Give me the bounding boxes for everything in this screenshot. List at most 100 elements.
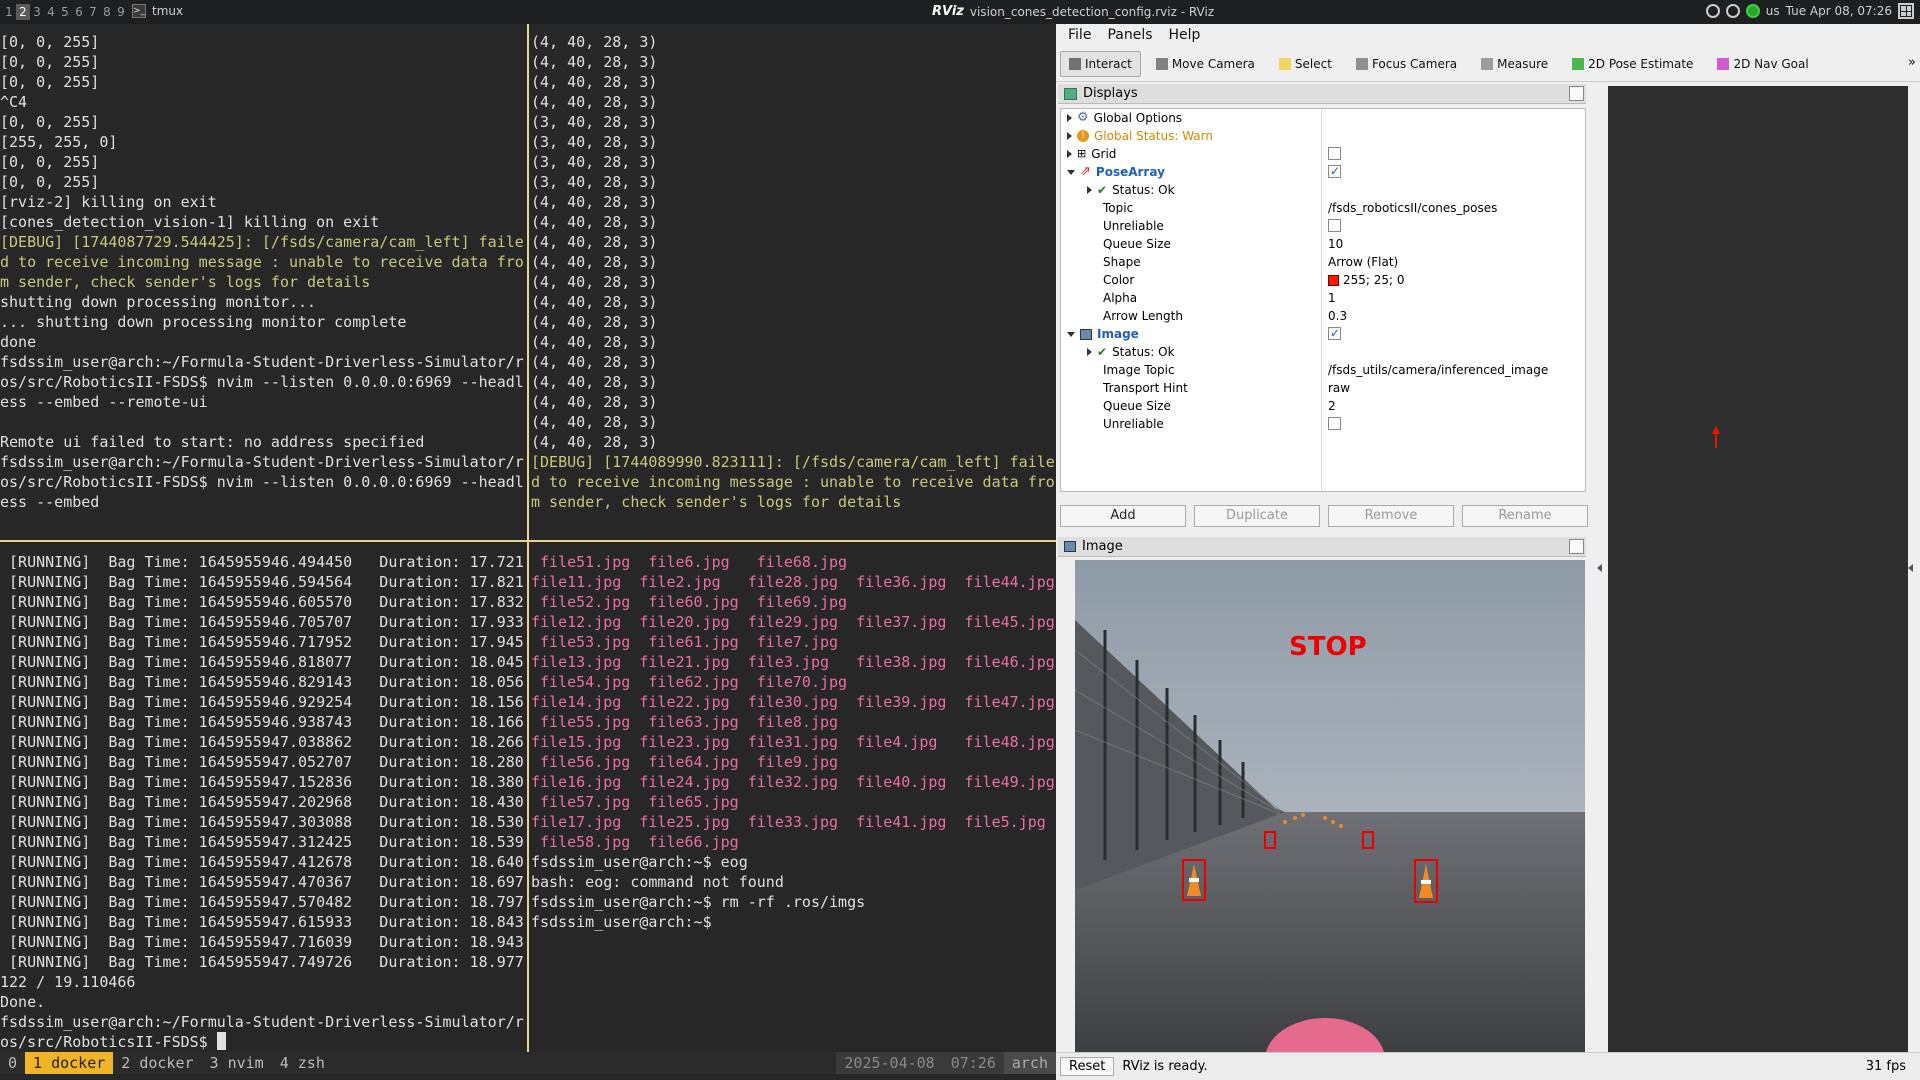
workspace-9[interactable]: 9 bbox=[114, 4, 128, 20]
menu-file[interactable]: File bbox=[1068, 27, 1091, 43]
toolbar-more-icon[interactable]: » bbox=[1908, 55, 1916, 70]
transport-hint-value[interactable]: raw bbox=[1328, 379, 1350, 397]
prop-row-queue-size[interactable]: Queue Size 10 bbox=[1061, 235, 1585, 253]
tree-row-global-options[interactable]: ⚙ Global Options bbox=[1061, 109, 1585, 127]
menu-panels[interactable]: Panels bbox=[1107, 27, 1152, 43]
rename-button[interactable]: Rename bbox=[1462, 505, 1588, 527]
unreliable-checkbox[interactable] bbox=[1328, 219, 1341, 232]
color-swatch[interactable] bbox=[1328, 274, 1339, 286]
expand-arrow-icon[interactable] bbox=[1087, 348, 1092, 356]
tmux-window-4[interactable]: 4 zsh bbox=[272, 1052, 333, 1074]
add-button[interactable]: Add bbox=[1060, 505, 1186, 527]
terminal-line-text: m sender, check sender's logs for detail… bbox=[0, 273, 371, 291]
terminal-line-text: file15.jpg file23.jpg file31.jpg file4.j… bbox=[531, 733, 1055, 751]
terminal-line: (4, 40, 28, 3) bbox=[531, 92, 1056, 112]
prop-row-color[interactable]: Color 255; 25; 0 bbox=[1061, 271, 1585, 289]
menu-help[interactable]: Help bbox=[1169, 27, 1201, 43]
tmux-window-2[interactable]: 2 docker bbox=[113, 1052, 201, 1074]
prop-row-image-unreliable[interactable]: Unreliable bbox=[1061, 415, 1585, 433]
topic-value[interactable]: /fsds_roboticsII/cones_poses bbox=[1328, 199, 1497, 217]
workspace-8[interactable]: 8 bbox=[100, 4, 114, 20]
layout-grid-icon[interactable] bbox=[1898, 3, 1914, 19]
panel-undock-button[interactable] bbox=[1569, 86, 1584, 101]
workspace-1[interactable]: 1 bbox=[2, 4, 16, 20]
tmux-session[interactable]: 0 bbox=[0, 1052, 25, 1074]
tree-row-posearray-status[interactable]: ✔ Status: Ok bbox=[1061, 181, 1585, 199]
expand-arrow-icon[interactable] bbox=[1087, 186, 1092, 194]
prop-row-unreliable[interactable]: Unreliable bbox=[1061, 217, 1585, 235]
splitter-arrow-icon[interactable] bbox=[1597, 564, 1602, 572]
3d-render-view[interactable] bbox=[1608, 86, 1908, 1052]
terminal-line-text: fsdssim_user@arch:~/Formula-Student-Driv… bbox=[0, 453, 524, 471]
color-value[interactable]: 255; 25; 0 bbox=[1343, 271, 1405, 289]
workspace-5[interactable]: 5 bbox=[58, 4, 72, 20]
tool-interact[interactable]: Interact bbox=[1060, 50, 1141, 77]
tool-move-camera[interactable]: Move Camera bbox=[1147, 51, 1264, 77]
tree-row-grid[interactable]: ⊞ Grid bbox=[1061, 145, 1585, 163]
tool-focus-camera[interactable]: Focus Camera bbox=[1347, 51, 1466, 77]
tree-label-global-options: Global Options bbox=[1093, 111, 1183, 125]
workspace-2[interactable]: 2 bbox=[16, 4, 30, 20]
posearray-enabled-checkbox[interactable] bbox=[1328, 162, 1341, 180]
reset-button[interactable]: Reset bbox=[1060, 1057, 1115, 1076]
expand-arrow-icon[interactable] bbox=[1067, 150, 1072, 158]
terminal-pane-bottom-right[interactable]: file51.jpg file6.jpg file68.jpg file11.jp… bbox=[531, 552, 1056, 1052]
terminal-pane-top-left[interactable]: [0, 0, 255] [0, 0, 255] [0, 0, 255] ^C4 [0, … bbox=[0, 32, 527, 540]
image-enabled-checkbox[interactable] bbox=[1328, 324, 1341, 342]
tmux-status-bar: 0 1 docker 2 docker 3 nvim 4 zsh 2025-04-08… bbox=[0, 1052, 1056, 1074]
image-unreliable-checkbox[interactable] bbox=[1328, 417, 1341, 430]
clock[interactable]: Tue Apr 08, 07:26 bbox=[1786, 4, 1892, 18]
tree-row-global-status[interactable]: ! Global Status: Warn bbox=[1061, 127, 1585, 145]
prop-row-alpha[interactable]: Alpha 1 bbox=[1061, 289, 1585, 307]
terminal-line: [RUNNING] Bag Time: 1645955947.615933 Du… bbox=[0, 912, 527, 932]
tmux-window-1[interactable]: 1 docker bbox=[25, 1052, 114, 1074]
queue-size-value[interactable]: 10 bbox=[1328, 235, 1343, 253]
prop-row-transport-hint[interactable]: Transport Hint raw bbox=[1061, 379, 1585, 397]
terminal-pane-top-right[interactable]: (4, 40, 28, 3) (4, 40, 28, 3) (4, 40, 28, … bbox=[531, 32, 1056, 540]
splitter-arrow-icon[interactable] bbox=[1908, 564, 1913, 572]
camera-image-view[interactable]: STOP bbox=[1075, 560, 1585, 1052]
status-icon[interactable] bbox=[1745, 4, 1760, 18]
workspace-4[interactable]: 4 bbox=[44, 4, 58, 20]
tree-row-image-status[interactable]: ✔ Status: Ok bbox=[1061, 343, 1585, 361]
pane-divider-vertical[interactable] bbox=[527, 24, 529, 1052]
expand-arrow-icon[interactable] bbox=[1067, 132, 1072, 140]
tree-row-image[interactable]: Image bbox=[1061, 324, 1585, 343]
tmux-window-title[interactable]: >_ tmux bbox=[132, 4, 183, 18]
panel-undock-button[interactable] bbox=[1569, 539, 1584, 554]
prop-row-arrow-length[interactable]: Arrow Length 0.3 bbox=[1061, 307, 1585, 325]
workspace-3[interactable]: 3 bbox=[30, 4, 44, 20]
volume-icon[interactable] bbox=[1705, 4, 1720, 18]
tool-measure[interactable]: Measure bbox=[1472, 51, 1557, 77]
tool-2d-nav-goal[interactable]: 2D Nav Goal bbox=[1708, 51, 1817, 77]
collapse-arrow-icon[interactable] bbox=[1067, 331, 1075, 337]
collapse-arrow-icon[interactable] bbox=[1067, 169, 1075, 175]
image-queue-size-value[interactable]: 2 bbox=[1328, 397, 1336, 415]
prop-row-image-queue-size[interactable]: Queue Size 2 bbox=[1061, 397, 1585, 415]
prop-row-topic[interactable]: Topic /fsds_roboticsII/cones_poses bbox=[1061, 199, 1585, 217]
keyboard-layout[interactable]: us bbox=[1766, 4, 1780, 18]
terminal-line: file51.jpg file6.jpg file68.jpg bbox=[531, 552, 1056, 572]
tool-2d-pose-estimate[interactable]: 2D Pose Estimate bbox=[1563, 51, 1702, 77]
tool-select[interactable]: Select bbox=[1270, 51, 1341, 77]
prop-row-shape[interactable]: Shape Arrow (Flat) bbox=[1061, 253, 1585, 271]
tree-row-posearray[interactable]: ⇗ PoseArray bbox=[1061, 162, 1585, 181]
grid-enabled-checkbox[interactable] bbox=[1328, 147, 1341, 160]
alpha-value[interactable]: 1 bbox=[1328, 289, 1336, 307]
tmux-window-3[interactable]: 3 nvim bbox=[202, 1052, 272, 1074]
terminal-line-text: (4, 40, 28, 3) bbox=[531, 273, 658, 291]
arrow-length-value[interactable]: 0.3 bbox=[1328, 307, 1347, 325]
tree-column-divider[interactable] bbox=[1321, 109, 1322, 491]
remove-button[interactable]: Remove bbox=[1328, 505, 1454, 527]
render-scene bbox=[1712, 426, 1720, 448]
shape-value[interactable]: Arrow (Flat) bbox=[1328, 253, 1398, 271]
duplicate-button[interactable]: Duplicate bbox=[1194, 505, 1320, 527]
terminal-pane-bottom-left[interactable]: [RUNNING] Bag Time: 1645955946.494450 Du… bbox=[0, 552, 527, 1052]
workspace-6[interactable]: 6 bbox=[72, 4, 86, 20]
workspace-7[interactable]: 7 bbox=[86, 4, 100, 20]
network-icon[interactable] bbox=[1725, 4, 1740, 18]
image-topic-value[interactable]: /fsds_utils/camera/inferenced_image bbox=[1328, 361, 1548, 379]
expand-arrow-icon[interactable] bbox=[1067, 114, 1072, 122]
rviz-window-title[interactable]: RViz vision_cones_detection_config.rviz … bbox=[932, 4, 1214, 19]
prop-row-image-topic[interactable]: Image Topic /fsds_utils/camera/inference… bbox=[1061, 361, 1585, 379]
